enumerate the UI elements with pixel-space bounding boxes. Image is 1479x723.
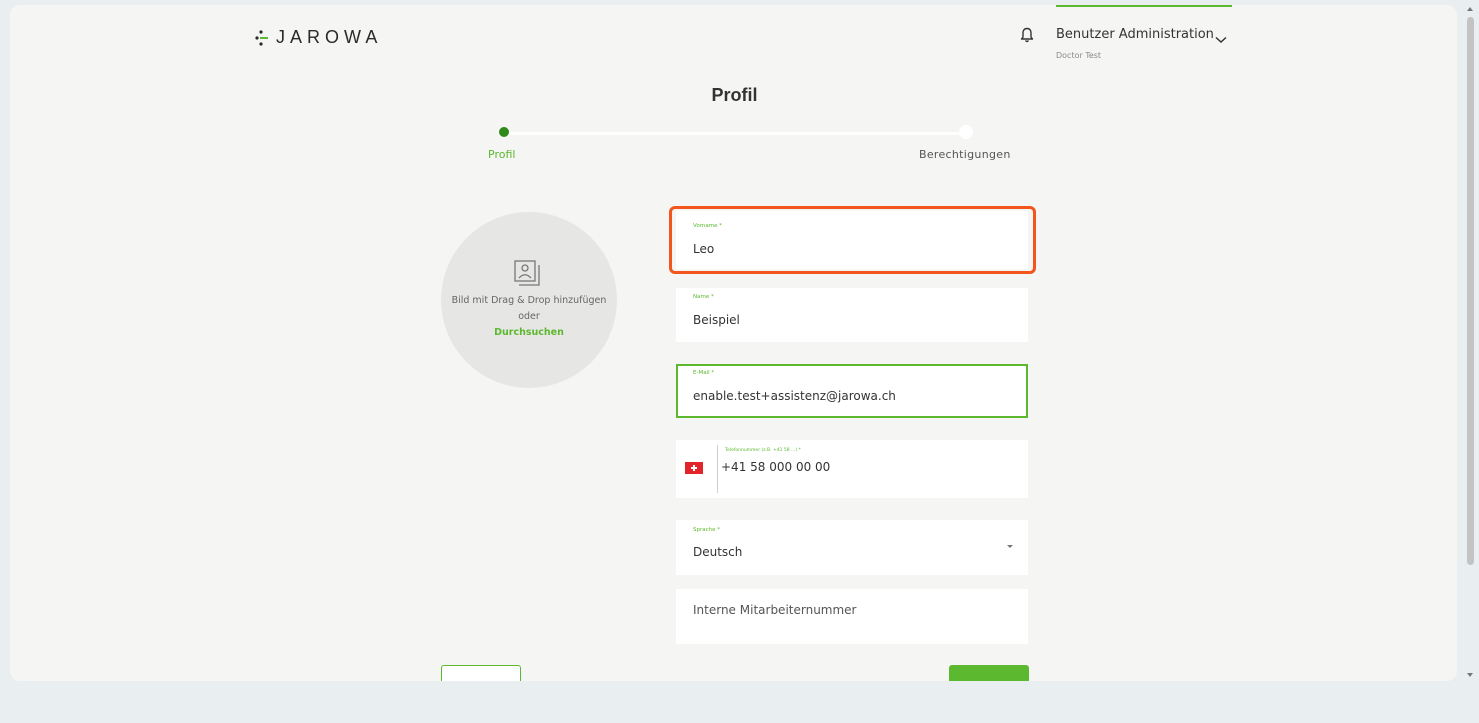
notification-bell-icon[interactable] [1020, 27, 1034, 47]
name-field[interactable]: Name * Beispiel [676, 288, 1028, 342]
sprache-select[interactable]: Sprache * Deutsch [676, 520, 1028, 575]
back-button[interactable]: Zurück [441, 665, 521, 681]
user-subtitle: Doctor Test [1056, 51, 1102, 60]
email-value: enable.test+assistenz@jarowa.ch [693, 389, 896, 403]
vertical-scrollbar[interactable] [1457, 5, 1479, 681]
phone-label: Telefonnummer (z.B. +41 58 ...) * [725, 448, 801, 453]
user-name: Benutzer Administration [1056, 27, 1214, 42]
phone-field[interactable]: Telefonnummer (z.B. +41 58 ...) * +41 58… [676, 440, 1028, 498]
sprache-label: Sprache * [693, 527, 721, 533]
logo-dots-icon [255, 29, 268, 46]
user-menu[interactable]: Benutzer Administration Doctor Test [1056, 5, 1232, 65]
app-window: JAROWA Benutzer Administration Doctor Te… [10, 5, 1457, 681]
phone-divider [717, 445, 718, 493]
browse-link[interactable]: Durchsuchen [441, 325, 617, 341]
upload-instruction-line: Bild mit Drag & Drop hinzufügen [451, 295, 607, 306]
upload-instructions: Bild mit Drag & Drop hinzufügen oder Dur… [441, 293, 617, 341]
logo-text: JAROWA [276, 27, 383, 47]
name-label: Name * [693, 294, 714, 300]
vorname-highlight-outline [669, 206, 1036, 274]
jarowa-logo[interactable]: JAROWA [255, 27, 382, 48]
image-upload-icon [512, 258, 542, 292]
mitarbeiternummer-placeholder: Interne Mitarbeiternummer [693, 603, 857, 617]
scroll-up-arrow-icon[interactable] [1467, 7, 1473, 11]
image-upload-dropzone[interactable]: Bild mit Drag & Drop hinzufügen oder Dur… [441, 212, 617, 388]
dropdown-arrow-icon[interactable] [1007, 545, 1013, 548]
scrollbar-thumb[interactable] [1467, 17, 1474, 565]
chevron-down-icon[interactable] [1215, 29, 1227, 48]
stepper-track [504, 132, 966, 135]
page-title: Profil [711, 85, 758, 105]
stepper-label-berechtigungen[interactable]: Berechtigungen [919, 148, 1011, 161]
next-button[interactable]: Weiter [949, 665, 1029, 681]
swiss-flag-icon[interactable] [685, 462, 703, 474]
email-field[interactable]: E-Mail * enable.test+assistenz@jarowa.ch [676, 364, 1028, 418]
scroll-down-arrow-icon[interactable] [1467, 673, 1473, 677]
email-label: E-Mail * [693, 370, 715, 376]
stepper-label-profil[interactable]: Profil [488, 148, 515, 161]
phone-value: +41 58 000 00 00 [721, 460, 831, 474]
mitarbeiternummer-field[interactable]: Interne Mitarbeiternummer [676, 589, 1028, 644]
upload-or-text: oder [518, 311, 540, 322]
flag-cross-vertical [693, 465, 695, 471]
stepper-dot-berechtigungen[interactable] [959, 125, 973, 139]
name-value: Beispiel [693, 313, 740, 327]
stepper-dot-profil[interactable] [499, 127, 509, 137]
sprache-value: Deutsch [693, 545, 743, 559]
